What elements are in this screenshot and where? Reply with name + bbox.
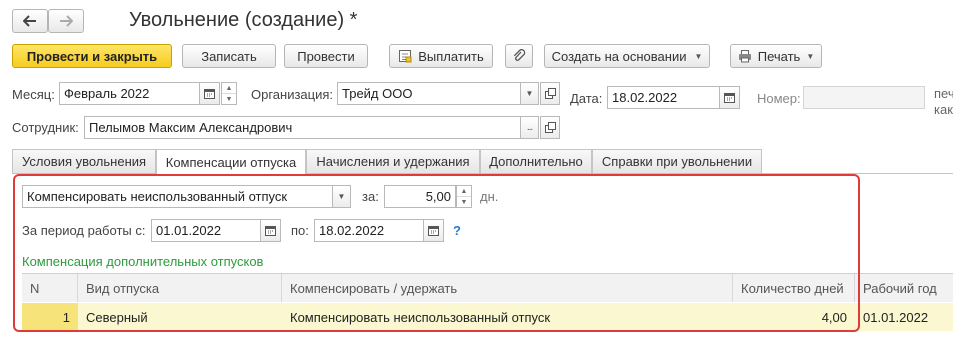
arrow-left-icon bbox=[23, 15, 36, 27]
truncated-text-line-1: печ bbox=[934, 86, 953, 101]
open-link-icon bbox=[544, 122, 556, 133]
ellipsis-icon: ... bbox=[526, 122, 533, 133]
date-label: Дата: bbox=[570, 91, 603, 106]
number-field[interactable] bbox=[803, 86, 925, 109]
date-field[interactable]: 18.02.2022 bbox=[607, 86, 720, 109]
stepper-down-icon[interactable]: ▼ bbox=[222, 94, 236, 104]
save-button[interactable]: Записать bbox=[182, 44, 276, 68]
employee-field[interactable]: Пелымов Максим Александрович bbox=[84, 116, 521, 139]
date-calendar-button[interactable] bbox=[719, 86, 740, 109]
calendar-icon bbox=[724, 93, 735, 103]
page-title: Увольнение (создание) * bbox=[129, 9, 358, 31]
tab-dismissal-conditions[interactable]: Условия увольнения bbox=[12, 149, 156, 173]
tab-additional[interactable]: Дополнительно bbox=[480, 149, 592, 173]
pay-button[interactable]: Выплатить bbox=[389, 44, 493, 68]
print-button[interactable]: Печать ▼ bbox=[730, 44, 822, 68]
print-button-label: Печать bbox=[757, 48, 801, 64]
employee-open-button[interactable] bbox=[540, 116, 560, 139]
employee-label: Сотрудник: bbox=[12, 120, 79, 135]
tab-accruals-deductions[interactable]: Начисления и удержания bbox=[306, 149, 480, 173]
table-row-cell-year[interactable]: 01.01.2022 bbox=[855, 303, 953, 331]
calendar-icon bbox=[204, 89, 215, 99]
organization-dropdown-button[interactable]: ▼ bbox=[520, 82, 539, 105]
stepper-up-icon[interactable]: ▲ bbox=[222, 83, 236, 94]
arrow-right-icon bbox=[60, 15, 73, 27]
chevron-down-icon: ▼ bbox=[694, 51, 703, 61]
truncated-text-line-2: как bbox=[934, 102, 953, 117]
highlight-frame bbox=[13, 174, 860, 332]
organization-open-button[interactable] bbox=[540, 82, 560, 105]
payment-document-icon bbox=[399, 50, 412, 63]
printer-icon bbox=[738, 50, 751, 63]
month-field[interactable]: Февраль 2022 bbox=[59, 82, 200, 105]
pay-button-label: Выплатить bbox=[418, 48, 484, 64]
paperclip-icon bbox=[513, 49, 526, 61]
organization-label: Организация: bbox=[251, 87, 334, 102]
employee-select-button[interactable]: ... bbox=[520, 116, 539, 139]
chevron-down-icon: ▼ bbox=[525, 89, 534, 98]
create-based-on-label: Создать на основании bbox=[551, 48, 687, 64]
organization-field[interactable]: Трейд ООО bbox=[337, 82, 521, 105]
forward-button[interactable] bbox=[48, 9, 84, 33]
tab-certificates[interactable]: Справки при увольнении bbox=[592, 149, 762, 173]
tab-vacation-compensation[interactable]: Компенсации отпуска bbox=[156, 149, 306, 174]
month-label: Месяц: bbox=[12, 87, 55, 102]
calendar-button[interactable] bbox=[199, 82, 220, 105]
post-button[interactable]: Провести bbox=[284, 44, 368, 68]
back-button[interactable] bbox=[12, 9, 48, 33]
open-link-icon bbox=[544, 88, 556, 99]
post-and-close-button[interactable]: Провести и закрыть bbox=[12, 44, 172, 68]
month-stepper[interactable]: ▲ ▼ bbox=[221, 82, 237, 105]
number-label: Номер: bbox=[757, 91, 801, 106]
chevron-down-icon: ▼ bbox=[806, 51, 815, 61]
attach-button[interactable] bbox=[505, 44, 533, 68]
create-based-on-button[interactable]: Создать на основании ▼ bbox=[544, 44, 710, 68]
column-header-work-year[interactable]: Рабочий год bbox=[855, 274, 953, 302]
